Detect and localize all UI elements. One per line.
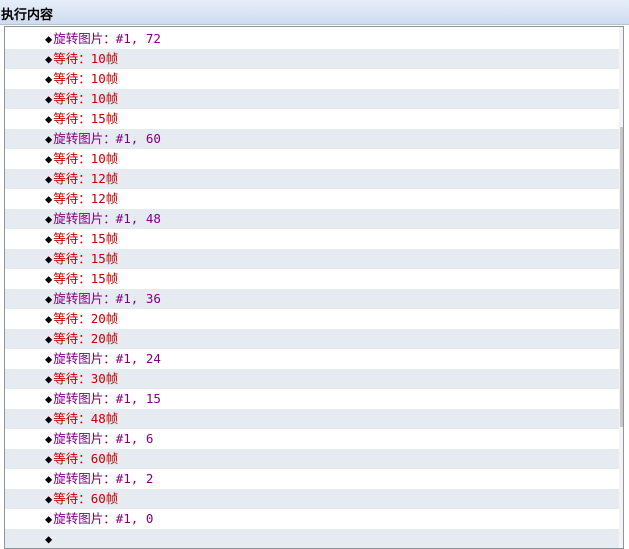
diamond-bullet-icon: ◆	[45, 392, 53, 406]
command-row[interactable]: ◆旋转图片：#1, 60	[5, 129, 623, 149]
command-row[interactable]: ◆等待：30帧	[5, 369, 623, 389]
wait-command: 等待：60帧	[53, 491, 119, 506]
diamond-bullet-icon: ◆	[45, 412, 53, 426]
wait-command: 等待：48帧	[53, 411, 119, 426]
event-commands-header: 执行内容	[0, 0, 629, 25]
command-row[interactable]: ◆旋转图片：#1, 72	[5, 29, 623, 49]
diamond-bullet-icon: ◆	[45, 32, 53, 46]
wait-command: 等待：15帧	[53, 251, 119, 266]
wait-command: 等待：15帧	[53, 231, 119, 246]
command-row[interactable]: ◆等待：48帧	[5, 409, 623, 429]
diamond-bullet-icon: ◆	[45, 92, 53, 106]
rotate-picture-command: 旋转图片：#1, 0	[53, 511, 154, 526]
command-row[interactable]: ◆等待：10帧	[5, 49, 623, 69]
diamond-bullet-icon: ◆	[45, 72, 53, 86]
command-row[interactable]: ◆旋转图片：#1, 36	[5, 289, 623, 309]
diamond-bullet-icon: ◆	[45, 132, 53, 146]
diamond-bullet-icon: ◆	[45, 472, 53, 486]
diamond-bullet-icon: ◆	[45, 312, 53, 326]
header-title: 执行内容	[1, 8, 54, 23]
command-row[interactable]: ◆等待：10帧	[5, 69, 623, 89]
wait-command: 等待：15帧	[53, 271, 119, 286]
diamond-bullet-icon: ◆	[45, 212, 53, 226]
rotate-picture-command: 旋转图片：#1, 6	[53, 431, 154, 446]
diamond-bullet-icon: ◆	[45, 152, 53, 166]
diamond-bullet-icon: ◆	[45, 452, 53, 466]
command-row[interactable]: ◆等待：15帧	[5, 269, 623, 289]
command-row-empty[interactable]: ◆	[5, 529, 623, 548]
command-row[interactable]: ◆旋转图片：#1, 2	[5, 469, 623, 489]
diamond-bullet-icon: ◆	[45, 252, 53, 266]
command-row[interactable]: ◆旋转图片：#1, 15	[5, 389, 623, 409]
diamond-bullet-icon: ◆	[45, 192, 53, 206]
wait-command: 等待：30帧	[53, 371, 119, 386]
diamond-bullet-icon: ◆	[45, 232, 53, 246]
event-command-list[interactable]: ◆旋转图片：#1, 72 ◆等待：10帧 ◆等待：10帧 ◆等待：10帧 ◆等待：15帧…	[4, 26, 624, 549]
command-row[interactable]: ◆旋转图片：#1, 48	[5, 209, 623, 229]
wait-command: 等待：10帧	[53, 151, 119, 166]
diamond-bullet-icon: ◆	[45, 492, 53, 506]
diamond-bullet-icon: ◆	[45, 172, 53, 186]
command-row[interactable]: ◆等待：12帧	[5, 169, 623, 189]
rotate-picture-command: 旋转图片：#1, 48	[53, 211, 161, 226]
diamond-bullet-icon: ◆	[45, 332, 53, 346]
command-row[interactable]: ◆等待：15帧	[5, 249, 623, 269]
command-row[interactable]: ◆旋转图片：#1, 0	[5, 509, 623, 529]
command-row[interactable]: ◆等待：20帧	[5, 309, 623, 329]
diamond-bullet-icon: ◆	[45, 292, 53, 306]
command-row[interactable]: ◆旋转图片：#1, 24	[5, 349, 623, 369]
diamond-bullet-icon: ◆	[45, 372, 53, 386]
diamond-bullet-icon: ◆	[45, 352, 53, 366]
command-row[interactable]: ◆等待：60帧	[5, 489, 623, 509]
wait-command: 等待：15帧	[53, 111, 119, 126]
command-row[interactable]: ◆等待：20帧	[5, 329, 623, 349]
command-row[interactable]: ◆等待：10帧	[5, 89, 623, 109]
rotate-picture-command: 旋转图片：#1, 36	[53, 291, 161, 306]
command-row[interactable]: ◆等待：12帧	[5, 189, 623, 209]
rotate-picture-command: 旋转图片：#1, 72	[53, 31, 161, 46]
diamond-bullet-icon: ◆	[45, 532, 53, 546]
diamond-bullet-icon: ◆	[45, 52, 53, 66]
diamond-bullet-icon: ◆	[45, 432, 53, 446]
rotate-picture-command: 旋转图片：#1, 2	[53, 471, 154, 486]
wait-command: 等待：20帧	[53, 311, 119, 326]
wait-command: 等待：20帧	[53, 331, 119, 346]
command-row[interactable]: ◆等待：15帧	[5, 229, 623, 249]
wait-command: 等待：12帧	[53, 171, 119, 186]
wait-command: 等待：60帧	[53, 451, 119, 466]
rotate-picture-command: 旋转图片：#1, 15	[53, 391, 161, 406]
diamond-bullet-icon: ◆	[45, 112, 53, 126]
diamond-bullet-icon: ◆	[45, 512, 53, 526]
wait-command: 等待：10帧	[53, 71, 119, 86]
scrollbar-thumb[interactable]	[620, 127, 623, 427]
command-row[interactable]: ◆等待：15帧	[5, 109, 623, 129]
command-row[interactable]: ◆旋转图片：#1, 6	[5, 429, 623, 449]
command-row[interactable]: ◆等待：10帧	[5, 149, 623, 169]
vertical-scrollbar[interactable]	[619, 27, 623, 548]
rotate-picture-command: 旋转图片：#1, 60	[53, 131, 161, 146]
diamond-bullet-icon: ◆	[45, 272, 53, 286]
command-row[interactable]: ◆等待：60帧	[5, 449, 623, 469]
wait-command: 等待：10帧	[53, 51, 119, 66]
wait-command: 等待：12帧	[53, 191, 119, 206]
rotate-picture-command: 旋转图片：#1, 24	[53, 351, 161, 366]
command-list-rows: ◆旋转图片：#1, 72 ◆等待：10帧 ◆等待：10帧 ◆等待：10帧 ◆等待：15帧…	[5, 29, 623, 548]
wait-command: 等待：10帧	[53, 91, 119, 106]
